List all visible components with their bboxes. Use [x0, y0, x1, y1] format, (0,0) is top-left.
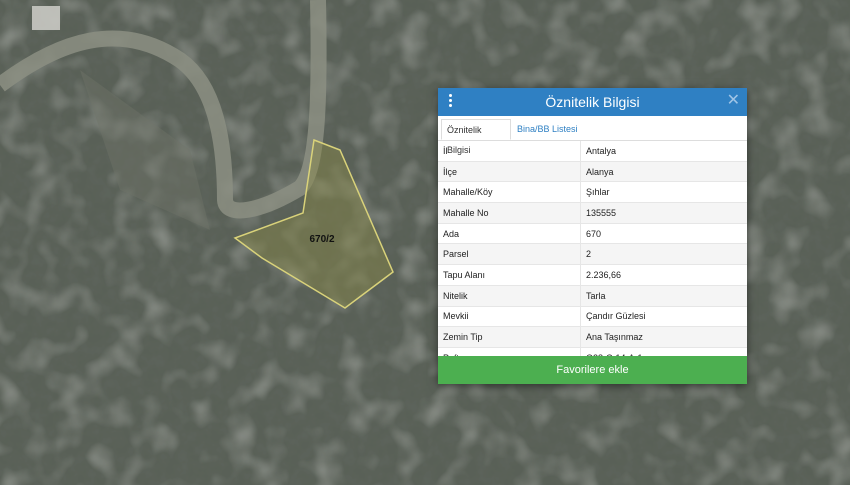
add-to-favorites-button[interactable]: Favorilere ekle: [438, 356, 747, 384]
table-row: Parsel 2: [438, 243, 747, 266]
row-value: 670: [580, 223, 747, 245]
row-value: Çandır Güzlesi: [580, 306, 747, 328]
row-value: Ana Taşınmaz: [580, 326, 747, 348]
row-key: Mahalle No: [438, 202, 581, 224]
table-row: Ada 670: [438, 223, 747, 245]
row-value: Tarla: [580, 285, 747, 307]
row-key: İlçe: [438, 161, 581, 183]
attribute-info-panel: Öznitelik Bilgisi ✕ Öznitelik Bilgisi Bi…: [438, 88, 747, 384]
parcel-label: 670/2: [309, 234, 334, 245]
panel-header: Öznitelik Bilgisi ✕: [438, 88, 747, 116]
table-row: Mahalle/Köy Şıhlar: [438, 181, 747, 204]
row-key: Zemin Tip: [438, 326, 581, 348]
row-value: 2.236,66: [580, 264, 747, 286]
row-value: 135555: [580, 202, 747, 224]
table-row: Tapu Alanı 2.236,66: [438, 264, 747, 286]
close-icon[interactable]: ✕: [727, 92, 740, 110]
row-key: Mevkii: [438, 306, 581, 328]
table-row: Mevkii Çandır Güzlesi: [438, 306, 747, 328]
table-row: İl Antalya: [438, 141, 747, 162]
row-key: Mahalle/Köy: [438, 181, 581, 204]
panel-title: Öznitelik Bilgisi: [545, 94, 640, 110]
attribute-table: İl Antalya İlçe Alanya Mahalle/Köy Şıhlar M…: [438, 141, 747, 369]
row-value: Antalya: [580, 141, 747, 162]
building-marker: [32, 6, 60, 30]
tab-attribute-info[interactable]: Öznitelik Bilgisi: [441, 119, 511, 155]
row-key: Nitelik: [438, 285, 581, 307]
table-row: Zemin Tip Ana Taşınmaz: [438, 326, 747, 348]
tab-bar: Öznitelik Bilgisi Bina/BB Listesi: [438, 116, 747, 155]
row-value: Alanya: [580, 161, 747, 183]
row-key: Parsel: [438, 243, 581, 266]
table-row: Nitelik Tarla: [438, 285, 747, 307]
tab-building-list[interactable]: Bina/BB Listesi: [512, 119, 583, 140]
table-row: İlçe Alanya: [438, 161, 747, 183]
row-value: 2: [580, 243, 747, 266]
row-key: Tapu Alanı: [438, 264, 581, 286]
table-row: Mahalle No 135555: [438, 202, 747, 224]
row-value: Şıhlar: [580, 181, 747, 204]
row-key: Ada: [438, 223, 581, 245]
